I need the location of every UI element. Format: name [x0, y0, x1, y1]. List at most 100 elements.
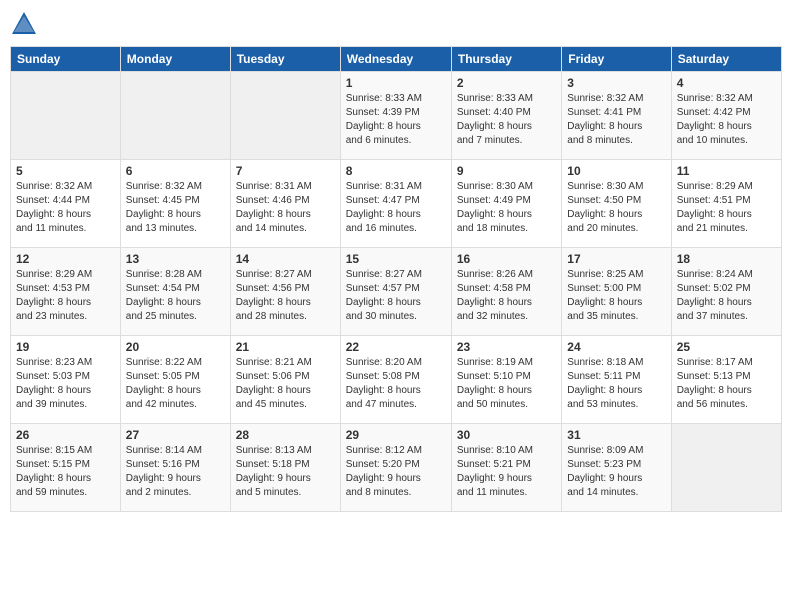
- day-info: Sunrise: 8:32 AM Sunset: 4:45 PM Dayligh…: [126, 180, 225, 236]
- day-number: 2: [457, 76, 556, 90]
- day-info: Sunrise: 8:33 AM Sunset: 4:39 PM Dayligh…: [346, 92, 446, 148]
- day-number: 14: [236, 252, 335, 266]
- day-cell: 18Sunrise: 8:24 AM Sunset: 5:02 PM Dayli…: [671, 248, 781, 336]
- weekday-saturday: Saturday: [671, 47, 781, 72]
- day-number: 7: [236, 164, 335, 178]
- day-number: 24: [567, 340, 665, 354]
- day-number: 3: [567, 76, 665, 90]
- day-number: 20: [126, 340, 225, 354]
- weekday-header-row: SundayMondayTuesdayWednesdayThursdayFrid…: [11, 47, 782, 72]
- week-row-4: 19 Sunrise: 8:23 AM Sunset: 5:03 PM Dayli…: [11, 336, 782, 424]
- day-info: Sunrise: 8:26 AM Sunset: 4:58 PM Dayligh…: [457, 268, 556, 324]
- day-cell: [230, 72, 340, 160]
- day-cell: 31Sunrise: 8:09 AM Sunset: 5:23 PM Dayli…: [562, 424, 671, 512]
- day-number: 4: [677, 76, 776, 90]
- day-number: 30: [457, 428, 556, 442]
- day-number: 13: [126, 252, 225, 266]
- calendar: SundayMondayTuesdayWednesdayThursdayFrid…: [10, 46, 782, 512]
- day-info: Sunrise: 8:23 AM Sunset: 5:03 PM Dayligh…: [16, 356, 115, 412]
- week-row-3: 12 Sunrise: 8:29 AM Sunset: 4:53 PM Dayli…: [11, 248, 782, 336]
- day-info: Sunrise: 8:18 AM Sunset: 5:11 PM Dayligh…: [567, 356, 665, 412]
- day-number: 12: [16, 252, 115, 266]
- day-cell: 9Sunrise: 8:30 AM Sunset: 4:49 PM Daylig…: [451, 160, 561, 248]
- logo-icon: [10, 10, 38, 38]
- day-number: 15: [346, 252, 446, 266]
- day-number: 8: [346, 164, 446, 178]
- day-cell: 27 Sunrise: 8:14 AM Sunset: 5:16 PM Dayli…: [120, 424, 230, 512]
- day-number: 27: [126, 428, 225, 442]
- day-info: Sunrise: 8:17 AM Sunset: 5:13 PM Dayligh…: [677, 356, 776, 412]
- day-number: 6: [126, 164, 225, 178]
- day-number: 21: [236, 340, 335, 354]
- day-cell: 10Sunrise: 8:30 AM Sunset: 4:50 PM Dayli…: [562, 160, 671, 248]
- day-info: Sunrise: 8:14 AM Sunset: 5:16 PM Dayligh…: [126, 444, 225, 500]
- day-number: 18: [677, 252, 776, 266]
- day-cell: 28 Sunrise: 8:13 AM Sunset: 5:18 PM Dayli…: [230, 424, 340, 512]
- day-cell: 3 Sunrise: 8:32 AM Sunset: 4:41 PM Daylig…: [562, 72, 671, 160]
- day-cell: 24 Sunrise: 8:18 AM Sunset: 5:11 PM Dayli…: [562, 336, 671, 424]
- day-cell: 26 Sunrise: 8:15 AM Sunset: 5:15 PM Dayli…: [11, 424, 121, 512]
- day-info: Sunrise: 8:28 AM Sunset: 4:54 PM Dayligh…: [126, 268, 225, 324]
- day-cell: 20 Sunrise: 8:22 AM Sunset: 5:05 PM Dayli…: [120, 336, 230, 424]
- weekday-thursday: Thursday: [451, 47, 561, 72]
- day-number: 16: [457, 252, 556, 266]
- day-number: 9: [457, 164, 556, 178]
- day-info: Sunrise: 8:20 AM Sunset: 5:08 PM Dayligh…: [346, 356, 446, 412]
- day-cell: 6 Sunrise: 8:32 AM Sunset: 4:45 PM Daylig…: [120, 160, 230, 248]
- day-cell: 8 Sunrise: 8:31 AM Sunset: 4:47 PM Daylig…: [340, 160, 451, 248]
- day-cell: 17 Sunrise: 8:25 AM Sunset: 5:00 PM Dayli…: [562, 248, 671, 336]
- day-cell: 13 Sunrise: 8:28 AM Sunset: 4:54 PM Dayli…: [120, 248, 230, 336]
- day-info: Sunrise: 8:12 AM Sunset: 5:20 PM Dayligh…: [346, 444, 446, 500]
- day-info: Sunrise: 8:33 AM Sunset: 4:40 PM Dayligh…: [457, 92, 556, 148]
- day-number: 28: [236, 428, 335, 442]
- day-info: Sunrise: 8:10 AM Sunset: 5:21 PM Dayligh…: [457, 444, 556, 500]
- logo: [10, 10, 42, 38]
- day-cell: 7 Sunrise: 8:31 AM Sunset: 4:46 PM Daylig…: [230, 160, 340, 248]
- day-number: 19: [16, 340, 115, 354]
- day-cell: 16 Sunrise: 8:26 AM Sunset: 4:58 PM Dayli…: [451, 248, 561, 336]
- day-info: Sunrise: 8:31 AM Sunset: 4:46 PM Dayligh…: [236, 180, 335, 236]
- weekday-tuesday: Tuesday: [230, 47, 340, 72]
- day-number: 29: [346, 428, 446, 442]
- day-number: 31: [567, 428, 665, 442]
- day-info: Sunrise: 8:32 AM Sunset: 4:44 PM Dayligh…: [16, 180, 115, 236]
- weekday-friday: Friday: [562, 47, 671, 72]
- day-info: Sunrise: 8:27 AM Sunset: 4:56 PM Dayligh…: [236, 268, 335, 324]
- day-cell: [120, 72, 230, 160]
- day-number: 26: [16, 428, 115, 442]
- day-number: 17: [567, 252, 665, 266]
- day-number: 25: [677, 340, 776, 354]
- day-cell: 5Sunrise: 8:32 AM Sunset: 4:44 PM Daylig…: [11, 160, 121, 248]
- day-info: Sunrise: 8:29 AM Sunset: 4:51 PM Dayligh…: [677, 180, 776, 236]
- week-row-2: 5Sunrise: 8:32 AM Sunset: 4:44 PM Daylig…: [11, 160, 782, 248]
- day-info: Sunrise: 8:15 AM Sunset: 5:15 PM Dayligh…: [16, 444, 115, 500]
- day-cell: 4Sunrise: 8:32 AM Sunset: 4:42 PM Daylig…: [671, 72, 781, 160]
- day-cell: 11 Sunrise: 8:29 AM Sunset: 4:51 PM Dayli…: [671, 160, 781, 248]
- day-info: Sunrise: 8:30 AM Sunset: 4:50 PM Dayligh…: [567, 180, 665, 236]
- day-info: Sunrise: 8:25 AM Sunset: 5:00 PM Dayligh…: [567, 268, 665, 324]
- day-info: Sunrise: 8:29 AM Sunset: 4:53 PM Dayligh…: [16, 268, 115, 324]
- day-number: 22: [346, 340, 446, 354]
- day-cell: 21 Sunrise: 8:21 AM Sunset: 5:06 PM Dayli…: [230, 336, 340, 424]
- day-number: 11: [677, 164, 776, 178]
- day-cell: 29 Sunrise: 8:12 AM Sunset: 5:20 PM Dayli…: [340, 424, 451, 512]
- weekday-sunday: Sunday: [11, 47, 121, 72]
- day-info: Sunrise: 8:21 AM Sunset: 5:06 PM Dayligh…: [236, 356, 335, 412]
- day-info: Sunrise: 8:32 AM Sunset: 4:41 PM Dayligh…: [567, 92, 665, 148]
- day-cell: [671, 424, 781, 512]
- day-info: Sunrise: 8:22 AM Sunset: 5:05 PM Dayligh…: [126, 356, 225, 412]
- day-info: Sunrise: 8:31 AM Sunset: 4:47 PM Dayligh…: [346, 180, 446, 236]
- day-cell: 15 Sunrise: 8:27 AM Sunset: 4:57 PM Dayli…: [340, 248, 451, 336]
- day-cell: 1 Sunrise: 8:33 AM Sunset: 4:39 PM Daylig…: [340, 72, 451, 160]
- day-number: 23: [457, 340, 556, 354]
- day-info: Sunrise: 8:27 AM Sunset: 4:57 PM Dayligh…: [346, 268, 446, 324]
- day-cell: 14 Sunrise: 8:27 AM Sunset: 4:56 PM Dayli…: [230, 248, 340, 336]
- day-cell: 22 Sunrise: 8:20 AM Sunset: 5:08 PM Dayli…: [340, 336, 451, 424]
- day-info: Sunrise: 8:13 AM Sunset: 5:18 PM Dayligh…: [236, 444, 335, 500]
- day-cell: 25 Sunrise: 8:17 AM Sunset: 5:13 PM Dayli…: [671, 336, 781, 424]
- day-cell: 19 Sunrise: 8:23 AM Sunset: 5:03 PM Dayli…: [11, 336, 121, 424]
- week-row-5: 26 Sunrise: 8:15 AM Sunset: 5:15 PM Dayli…: [11, 424, 782, 512]
- weekday-wednesday: Wednesday: [340, 47, 451, 72]
- day-number: 1: [346, 76, 446, 90]
- day-info: Sunrise: 8:19 AM Sunset: 5:10 PM Dayligh…: [457, 356, 556, 412]
